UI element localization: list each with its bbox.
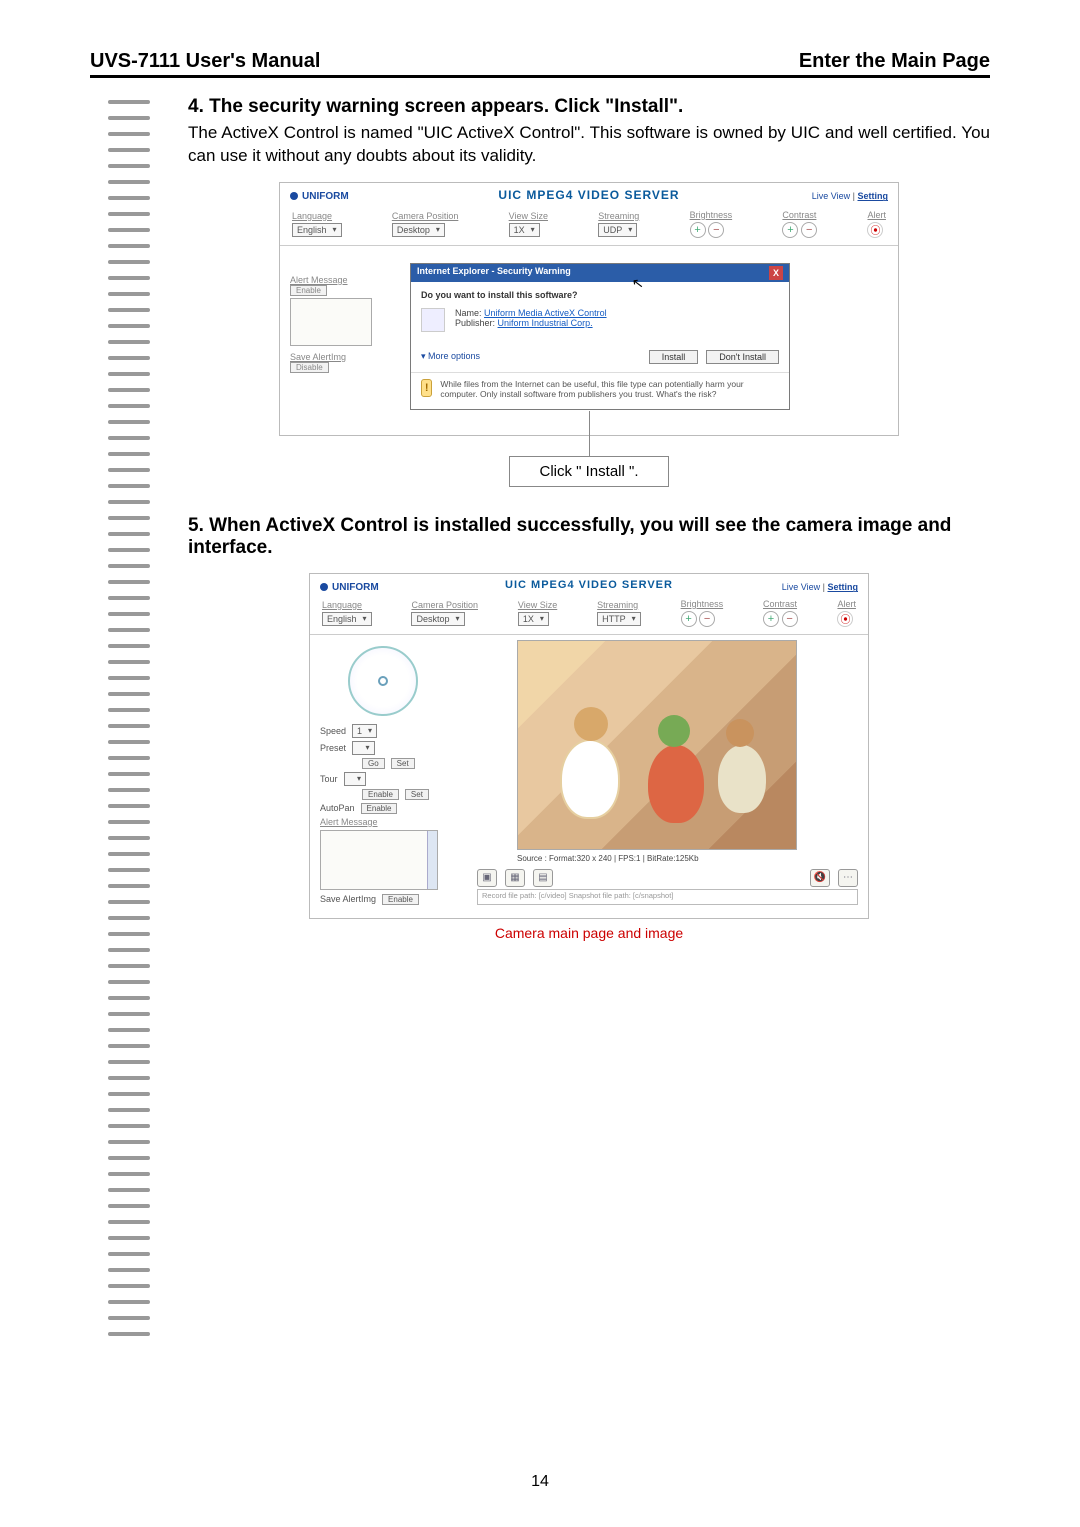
- step-4-heading: 4. The security warning screen appears. …: [188, 96, 990, 118]
- dont-install-button[interactable]: Don't Install: [706, 350, 779, 364]
- close-icon[interactable]: X: [769, 266, 783, 280]
- brightness-plus[interactable]: +: [690, 222, 706, 238]
- option-icon[interactable]: ⋯: [838, 869, 858, 887]
- contrast-minus[interactable]: −: [801, 222, 817, 238]
- path-info: Record file path: [c/video] Snapshot fil…: [477, 889, 858, 905]
- setting-link[interactable]: Setting: [858, 191, 889, 201]
- folder-icon[interactable]: ▤: [533, 869, 553, 887]
- snapshot-icon[interactable]: ▦: [505, 869, 525, 887]
- software-name-link[interactable]: Uniform Media ActiveX Control: [484, 308, 607, 318]
- set-button[interactable]: Set: [391, 758, 415, 769]
- source-info: Source : Format:320 x 240 | FPS:1 | BitR…: [517, 854, 858, 863]
- streaming-select[interactable]: UDP: [598, 223, 637, 237]
- camera-position-select-2[interactable]: Desktop: [411, 612, 464, 626]
- language-select[interactable]: English: [292, 223, 342, 237]
- speed-select[interactable]: 1: [352, 724, 377, 738]
- autopan-enable-button[interactable]: Enable: [361, 803, 398, 814]
- go-button[interactable]: Go: [362, 758, 385, 769]
- streaming-select-2[interactable]: HTTP: [597, 612, 641, 626]
- server-title: UIC MPEG4 VIDEO SERVER: [290, 188, 888, 202]
- install-callout: Click " Install ".: [509, 456, 669, 487]
- ptz-control[interactable]: [348, 646, 418, 716]
- software-icon: [421, 308, 445, 332]
- spiral-binding: // fallback: rendered below via JS after…: [108, 100, 150, 1467]
- tour-set-button[interactable]: Set: [405, 789, 429, 800]
- language-select-2[interactable]: English: [322, 612, 372, 626]
- save-alertimg-disable[interactable]: Disable: [290, 362, 329, 373]
- screenshot-security-warning: UNIFORM Live View | Setting UIC MPEG4 VI…: [279, 182, 899, 436]
- view-links: Live View | Setting: [812, 191, 888, 201]
- view-size-select-2[interactable]: 1X: [518, 612, 549, 626]
- alert-enable-button[interactable]: Enable: [290, 285, 327, 296]
- step-4-text: The ActiveX Control is named "UIC Active…: [188, 122, 990, 168]
- cursor-icon: ↖: [631, 274, 645, 292]
- alert-icon[interactable]: ⦿: [867, 222, 883, 238]
- whats-the-risk-link[interactable]: What's the risk?: [656, 389, 716, 399]
- page-number: 14: [0, 1473, 1080, 1491]
- contrast-plus[interactable]: +: [782, 222, 798, 238]
- live-view-link[interactable]: Live View: [812, 191, 850, 201]
- alert-icon-2[interactable]: ⦿: [837, 611, 853, 627]
- manual-title: UVS-7111 User's Manual: [90, 50, 320, 73]
- camera-video: [517, 640, 797, 850]
- record-icon[interactable]: ▣: [477, 869, 497, 887]
- figure-caption: Camera main page and image: [188, 925, 990, 941]
- alert-message-box-2: [320, 830, 438, 890]
- mute-icon[interactable]: 🔇: [810, 869, 830, 887]
- uniform-logo-2: UNIFORM: [320, 582, 379, 593]
- alert-message-box: [290, 298, 372, 346]
- save-alertimg-enable[interactable]: Enable: [382, 894, 419, 905]
- shield-icon: !: [421, 379, 432, 397]
- ie-question: Do you want to install this software?: [421, 290, 779, 300]
- uniform-logo: UNIFORM: [290, 191, 349, 202]
- screenshot-camera-page: UNIFORM Live View | Setting UIC MPEG4 VI…: [309, 573, 869, 919]
- ie-security-dialog: Internet Explorer - Security Warning X Do…: [410, 263, 790, 410]
- camera-position-select[interactable]: Desktop: [392, 223, 445, 237]
- publisher-link[interactable]: Uniform Industrial Corp.: [498, 318, 593, 328]
- more-options[interactable]: ▾ More options: [421, 351, 480, 362]
- tour-select[interactable]: [344, 772, 367, 786]
- brightness-minus[interactable]: −: [708, 222, 724, 238]
- alert-panel: Alert Message Enable Save AlertImg Disab…: [290, 269, 380, 372]
- ie-dialog-title: Internet Explorer - Security Warning: [417, 266, 571, 280]
- setting-link-2[interactable]: Setting: [828, 582, 859, 592]
- live-view-link-2[interactable]: Live View: [782, 582, 820, 592]
- preset-select[interactable]: [352, 741, 375, 755]
- step-5-heading: 5. When ActiveX Control is installed suc…: [188, 515, 990, 559]
- install-button[interactable]: Install: [649, 350, 699, 364]
- tour-enable-button[interactable]: Enable: [362, 789, 399, 800]
- section-title: Enter the Main Page: [799, 50, 990, 73]
- view-size-select[interactable]: 1X: [509, 223, 540, 237]
- page-header: UVS-7111 User's Manual Enter the Main Pa…: [90, 50, 990, 78]
